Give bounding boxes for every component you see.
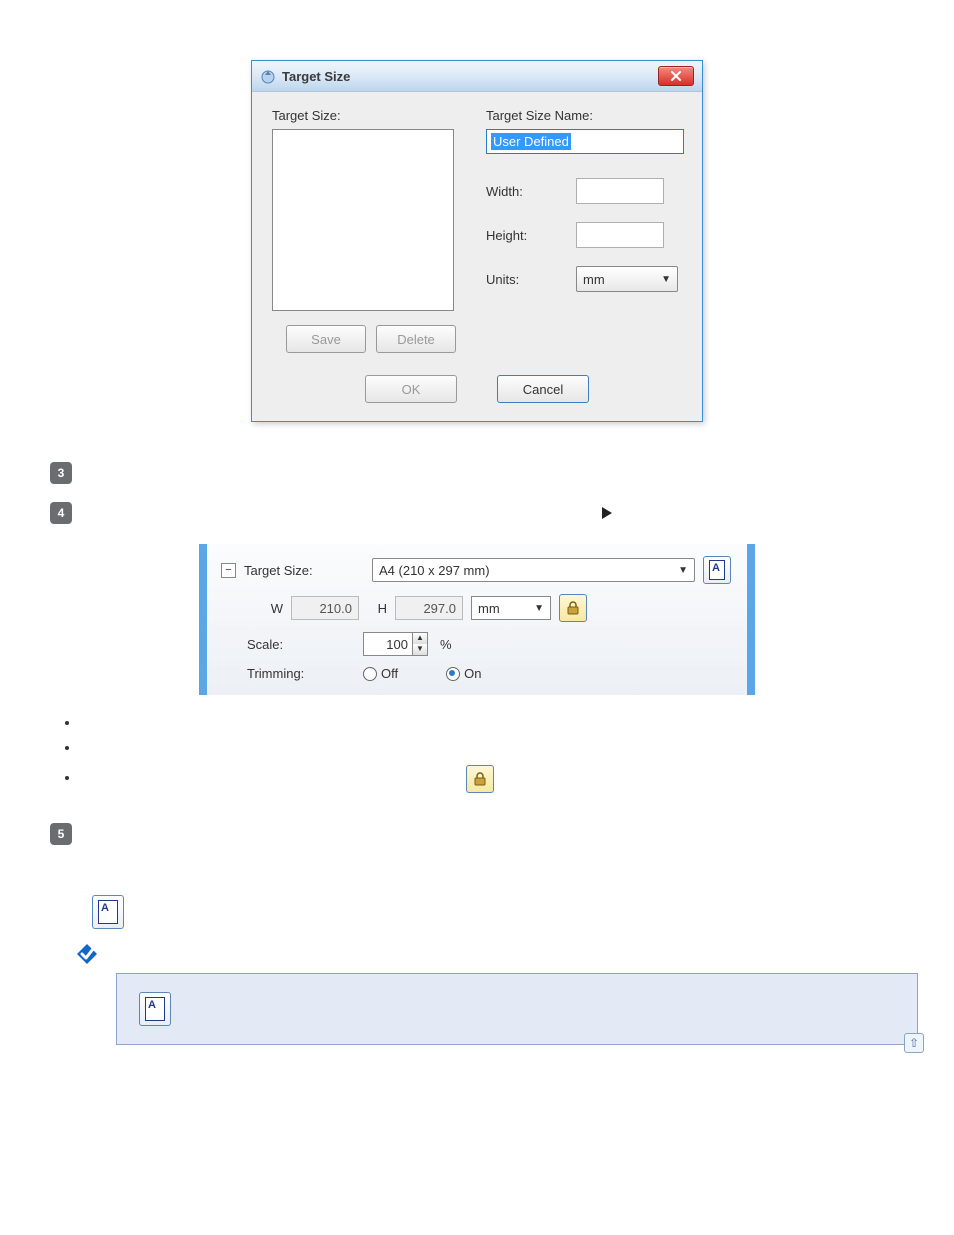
cancel-button[interactable]: Cancel <box>497 375 589 403</box>
dialog-title: Target Size <box>282 69 350 84</box>
spinner-down-icon[interactable]: ▼ <box>413 644 427 655</box>
trimming-on-radio[interactable]: On <box>446 666 481 681</box>
target-size-name-input[interactable]: User Defined <box>486 129 684 154</box>
trimming-on-label: On <box>464 666 481 681</box>
panel-units-value: mm <box>478 601 500 616</box>
height-label: Height: <box>486 228 566 243</box>
ok-button[interactable]: OK <box>365 375 457 403</box>
target-size-panel: − Target Size: A4 (210 x 297 mm) ▼ W 210… <box>199 544 755 695</box>
target-size-combo-value: A4 (210 x 297 mm) <box>379 563 490 578</box>
panel-target-size-label: Target Size: <box>244 563 364 578</box>
lock-icon <box>565 600 581 616</box>
radio-on-icon <box>446 667 460 681</box>
chevron-down-icon: ▼ <box>534 603 544 614</box>
list-item <box>80 740 904 755</box>
scale-spinner[interactable]: 100 ▲ ▼ <box>363 632 428 656</box>
width-short-label: W <box>263 601 283 616</box>
step-badge-4: 4 <box>50 502 72 524</box>
target-size-name-label: Target Size Name: <box>486 108 684 123</box>
name-input-value: User Defined <box>491 133 571 150</box>
trimming-off-radio[interactable]: Off <box>363 666 398 681</box>
step-badge-5: 5 <box>50 823 72 845</box>
scale-value: 100 <box>363 632 413 656</box>
delete-button[interactable]: Delete <box>376 325 456 353</box>
list-item <box>80 715 904 730</box>
lock-icon-inline <box>466 765 494 793</box>
trimming-off-label: Off <box>381 666 398 681</box>
step-badge-3: 3 <box>50 462 72 484</box>
chevron-down-icon: ▼ <box>661 274 671 285</box>
scale-unit: % <box>440 637 452 652</box>
play-triangle-icon <box>602 507 612 519</box>
check-badge-icon <box>76 943 98 965</box>
close-button[interactable] <box>658 66 694 86</box>
units-label: Units: <box>486 272 566 287</box>
height-readonly: 297.0 <box>395 596 463 620</box>
up-arrow-icon: ⇧ <box>909 1036 919 1050</box>
app-icon <box>260 68 276 84</box>
target-size-combo[interactable]: A4 (210 x 297 mm) ▼ <box>372 558 695 582</box>
bullet-list <box>80 715 904 793</box>
height-input[interactable] <box>576 222 664 248</box>
width-label: Width: <box>486 184 566 199</box>
radio-off-icon <box>363 667 377 681</box>
units-value: mm <box>583 272 605 287</box>
height-short-label: H <box>367 601 387 616</box>
target-size-list-label: Target Size: <box>272 108 456 123</box>
orientation-icon <box>709 560 725 580</box>
panel-units-combo[interactable]: mm ▼ <box>471 596 551 620</box>
width-input[interactable] <box>576 178 664 204</box>
back-to-top-button[interactable]: ⇧ <box>904 1033 924 1053</box>
close-icon <box>670 71 682 81</box>
chevron-down-icon: ▼ <box>678 565 688 576</box>
target-size-dialog: Target Size Target Size: Save Delete <box>251 60 703 422</box>
lock-aspect-button[interactable] <box>559 594 587 622</box>
save-button[interactable]: Save <box>286 325 366 353</box>
dialog-titlebar: Target Size <box>252 61 702 92</box>
orientation-icon-large <box>92 895 124 929</box>
scale-label: Scale: <box>247 637 355 652</box>
list-item <box>80 765 904 793</box>
orientation-icon-note <box>139 992 171 1026</box>
width-readonly: 210.0 <box>291 596 359 620</box>
target-size-listbox[interactable] <box>272 129 454 311</box>
note-box <box>116 973 918 1045</box>
units-combo[interactable]: mm ▼ <box>576 266 678 292</box>
collapse-toggle[interactable]: − <box>221 563 236 578</box>
spinner-up-icon[interactable]: ▲ <box>413 633 427 644</box>
trimming-label: Trimming: <box>247 666 355 681</box>
orientation-button[interactable] <box>703 556 731 584</box>
